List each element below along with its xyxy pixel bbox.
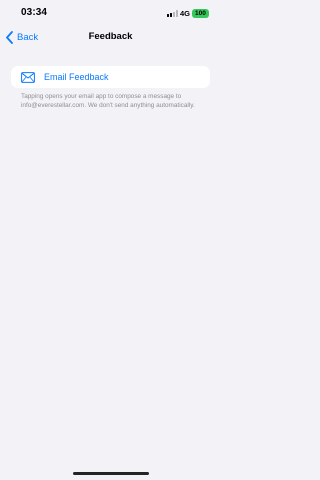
email-footnote: Tapping opens your email app to compose … [21,93,195,109]
feedback-screen: 03:34 4G 100 Back Feedback Email Feedbac… [0,0,221,480]
status-bar: 03:34 4G 100 [0,0,221,26]
email-feedback-button[interactable]: Email Feedback [11,66,210,88]
battery-icon: 100 [192,8,209,18]
page-title: Feedback [88,31,133,42]
status-time: 03:34 [21,7,48,18]
email-feedback-label: Email Feedback [44,72,109,82]
envelope-icon [21,71,35,83]
navigation-bar: Back Feedback [0,26,221,48]
signal-bars-icon [167,10,178,17]
home-indicator[interactable] [73,472,149,475]
network-type: 4G [180,9,191,18]
